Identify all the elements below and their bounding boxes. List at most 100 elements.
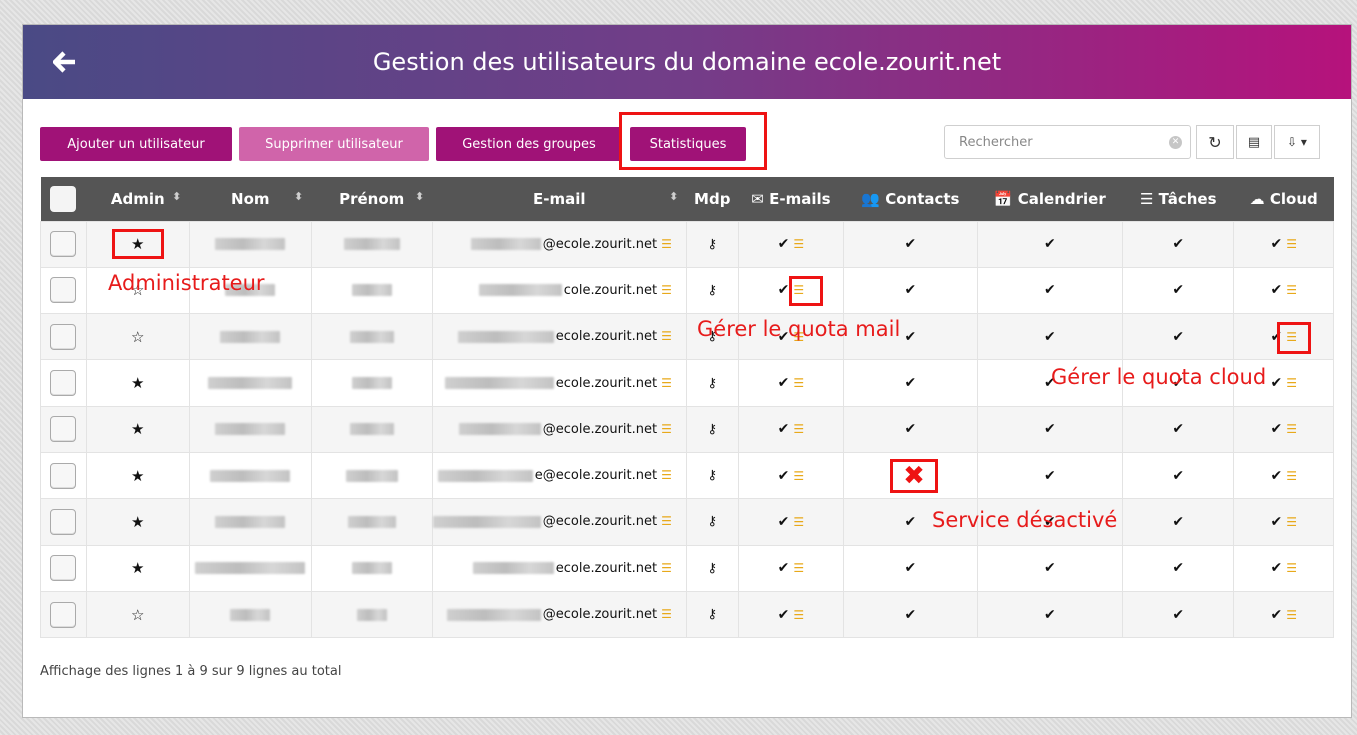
add-user-button[interactable]: Ajouter un utilisateur <box>40 127 232 161</box>
sort-icon: ⬍ <box>293 189 304 203</box>
row-checkbox[interactable] <box>50 508 77 535</box>
password-key-icon[interactable]: ⚷ <box>685 266 739 315</box>
col-email[interactable]: E-mail ⬍ <box>432 177 687 221</box>
col-prenom[interactable]: Prénom ⬍ <box>311 177 433 221</box>
columns-toggle-button[interactable]: ▤ <box>1236 125 1272 159</box>
admin-star[interactable]: ★ <box>85 498 190 546</box>
quota-cloud-icon[interactable]: ☰ <box>1286 515 1297 529</box>
admin-star[interactable]: ☆ <box>85 313 190 361</box>
quota-mail-icon[interactable]: ☰ <box>793 515 804 529</box>
check-icon: ✔ <box>904 282 917 299</box>
password-key-icon[interactable]: ⚷ <box>685 544 739 592</box>
check-icon: ✔ <box>1270 236 1283 253</box>
emails-cell: ✔ ☰ <box>737 220 845 268</box>
quota-settings-icon[interactable]: ☰ <box>661 514 672 528</box>
users-icon: 👥 <box>861 189 880 208</box>
password-key-icon[interactable]: ⚷ <box>685 359 739 407</box>
cloud-cell: ✔ ☰ <box>1233 220 1334 268</box>
quota-cloud-icon[interactable]: ☰ <box>1286 283 1297 297</box>
back-arrow-icon[interactable] <box>51 47 79 77</box>
quota-settings-icon[interactable]: ☰ <box>661 561 672 575</box>
check-icon: ✔ <box>1043 282 1056 299</box>
quota-mail-icon[interactable]: ☰ <box>793 608 804 622</box>
row-checkbox[interactable] <box>50 416 77 443</box>
password-key-icon[interactable]: ⚷ <box>685 498 739 546</box>
quota-settings-icon[interactable]: ☰ <box>661 376 672 390</box>
check-icon: ✔ <box>1172 236 1185 253</box>
col-nom[interactable]: Nom ⬍ <box>189 177 312 221</box>
export-dropdown-button[interactable]: ⇩ ▾ <box>1274 125 1320 159</box>
admin-star[interactable]: ★ <box>85 405 190 453</box>
tasks-cell: ✔ <box>1122 405 1235 453</box>
export-icon: ⇩ ▾ <box>1287 135 1307 149</box>
select-all-checkbox[interactable] <box>50 185 77 212</box>
search-input[interactable] <box>945 126 1190 158</box>
check-icon: ✔ <box>1270 606 1283 623</box>
admin-star[interactable]: ★ <box>85 359 190 407</box>
table-row[interactable]: ★ e@ecole.zourit.net ☰ ⚷ ✔ ☰ ✔ ✔ ✔ ☰ <box>40 451 1334 500</box>
email-cell: ecole.zourit.net ☰ <box>431 313 687 361</box>
table-row[interactable]: ★ @ecole.zourit.net ☰ ⚷ ✔ ☰ ✔ ✔ ✔ ✔ ☰ <box>40 220 1334 268</box>
password-key-icon[interactable]: ⚷ <box>685 220 739 268</box>
admin-star[interactable]: ☆ <box>85 590 190 639</box>
row-checkbox-cell <box>40 313 87 361</box>
table-row[interactable]: ☆ ecole.zourit.net ☰ ⚷ ✔ ☰ ✔ ✔ ✔ ✔ ☰ <box>40 313 1334 361</box>
quota-cloud-icon[interactable]: ☰ <box>1286 237 1297 251</box>
email-cell: ecole.zourit.net ☰ <box>431 359 687 407</box>
table-row[interactable]: ★ ecole.zourit.net ☰ ⚷ ✔ ☰ ✔ ✔ ✔ ✔ ☰ <box>40 544 1334 592</box>
check-icon: ✔ <box>904 513 917 530</box>
row-checkbox[interactable] <box>50 601 77 628</box>
manage-groups-button[interactable]: Gestion des groupes <box>436 127 622 161</box>
quota-cloud-icon[interactable]: ☰ <box>1286 608 1297 622</box>
cloud-cell: ✔ ☰ <box>1233 451 1334 500</box>
col-admin[interactable]: Admin ⬍ <box>86 177 190 221</box>
quota-mail-icon[interactable]: ☰ <box>793 237 804 251</box>
quota-settings-icon[interactable]: ☰ <box>661 237 672 251</box>
nom-cell <box>188 498 312 546</box>
cloud-cell: ✔ ☰ <box>1233 590 1334 639</box>
select-all-header <box>40 177 87 221</box>
check-icon: ✔ <box>1270 421 1283 438</box>
refresh-icon: ↻ <box>1208 132 1222 152</box>
row-checkbox-cell <box>40 359 87 407</box>
row-checkbox[interactable] <box>50 277 77 304</box>
row-checkbox[interactable] <box>50 370 77 397</box>
check-icon: ✔ <box>904 375 917 392</box>
row-checkbox[interactable] <box>50 462 77 489</box>
password-key-icon[interactable]: ⚷ <box>685 451 739 500</box>
refresh-button[interactable]: ↻ <box>1196 125 1234 159</box>
quota-settings-icon[interactable]: ☰ <box>661 468 672 482</box>
row-checkbox[interactable] <box>50 323 77 350</box>
row-checkbox[interactable] <box>50 555 77 582</box>
admin-star[interactable]: ★ <box>85 544 190 592</box>
quota-settings-icon[interactable]: ☰ <box>661 422 672 436</box>
email-text: ecole.zourit.net <box>555 329 658 345</box>
quota-cloud-icon[interactable]: ☰ <box>1286 422 1297 436</box>
prenom-cell <box>310 359 433 407</box>
email-cell: e@ecole.zourit.net ☰ <box>431 451 687 500</box>
check-icon: ✔ <box>1043 560 1056 577</box>
table-row[interactable]: ★ @ecole.zourit.net ☰ ⚷ ✔ ☰ ✔ ✔ ✔ ✔ ☰ <box>40 498 1334 546</box>
admin-star[interactable]: ★ <box>85 451 190 500</box>
quota-mail-icon[interactable]: ☰ <box>793 561 804 575</box>
table-row[interactable]: ★ @ecole.zourit.net ☰ ⚷ ✔ ☰ ✔ ✔ ✔ ✔ ☰ <box>40 405 1334 453</box>
email-text: cole.zourit.net <box>563 282 658 298</box>
quota-mail-icon[interactable]: ☰ <box>793 469 804 483</box>
quota-settings-icon[interactable]: ☰ <box>661 283 672 297</box>
quota-mail-icon[interactable]: ☰ <box>793 376 804 390</box>
password-key-icon[interactable]: ⚷ <box>685 405 739 453</box>
row-checkbox[interactable] <box>50 231 77 258</box>
quota-cloud-icon[interactable]: ☰ <box>1286 561 1297 575</box>
calendar-cell: ✔ <box>976 544 1124 592</box>
quota-mail-icon[interactable]: ☰ <box>793 422 804 436</box>
row-checkbox-cell <box>40 544 87 592</box>
table-row[interactable]: ☆ @ecole.zourit.net ☰ ⚷ ✔ ☰ ✔ ✔ ✔ ✔ ☰ <box>40 590 1334 639</box>
password-key-icon[interactable]: ⚷ <box>685 590 739 639</box>
col-taches: ☰ Tâches <box>1122 177 1234 221</box>
quota-settings-icon[interactable]: ☰ <box>661 329 672 343</box>
quota-cloud-icon[interactable]: ☰ <box>1286 469 1297 483</box>
quota-cloud-icon[interactable]: ☰ <box>1286 376 1297 390</box>
quota-settings-icon[interactable]: ☰ <box>661 607 672 621</box>
clear-search-icon[interactable]: ✕ <box>1169 136 1182 149</box>
delete-user-button[interactable]: Supprimer utilisateur <box>239 127 429 161</box>
